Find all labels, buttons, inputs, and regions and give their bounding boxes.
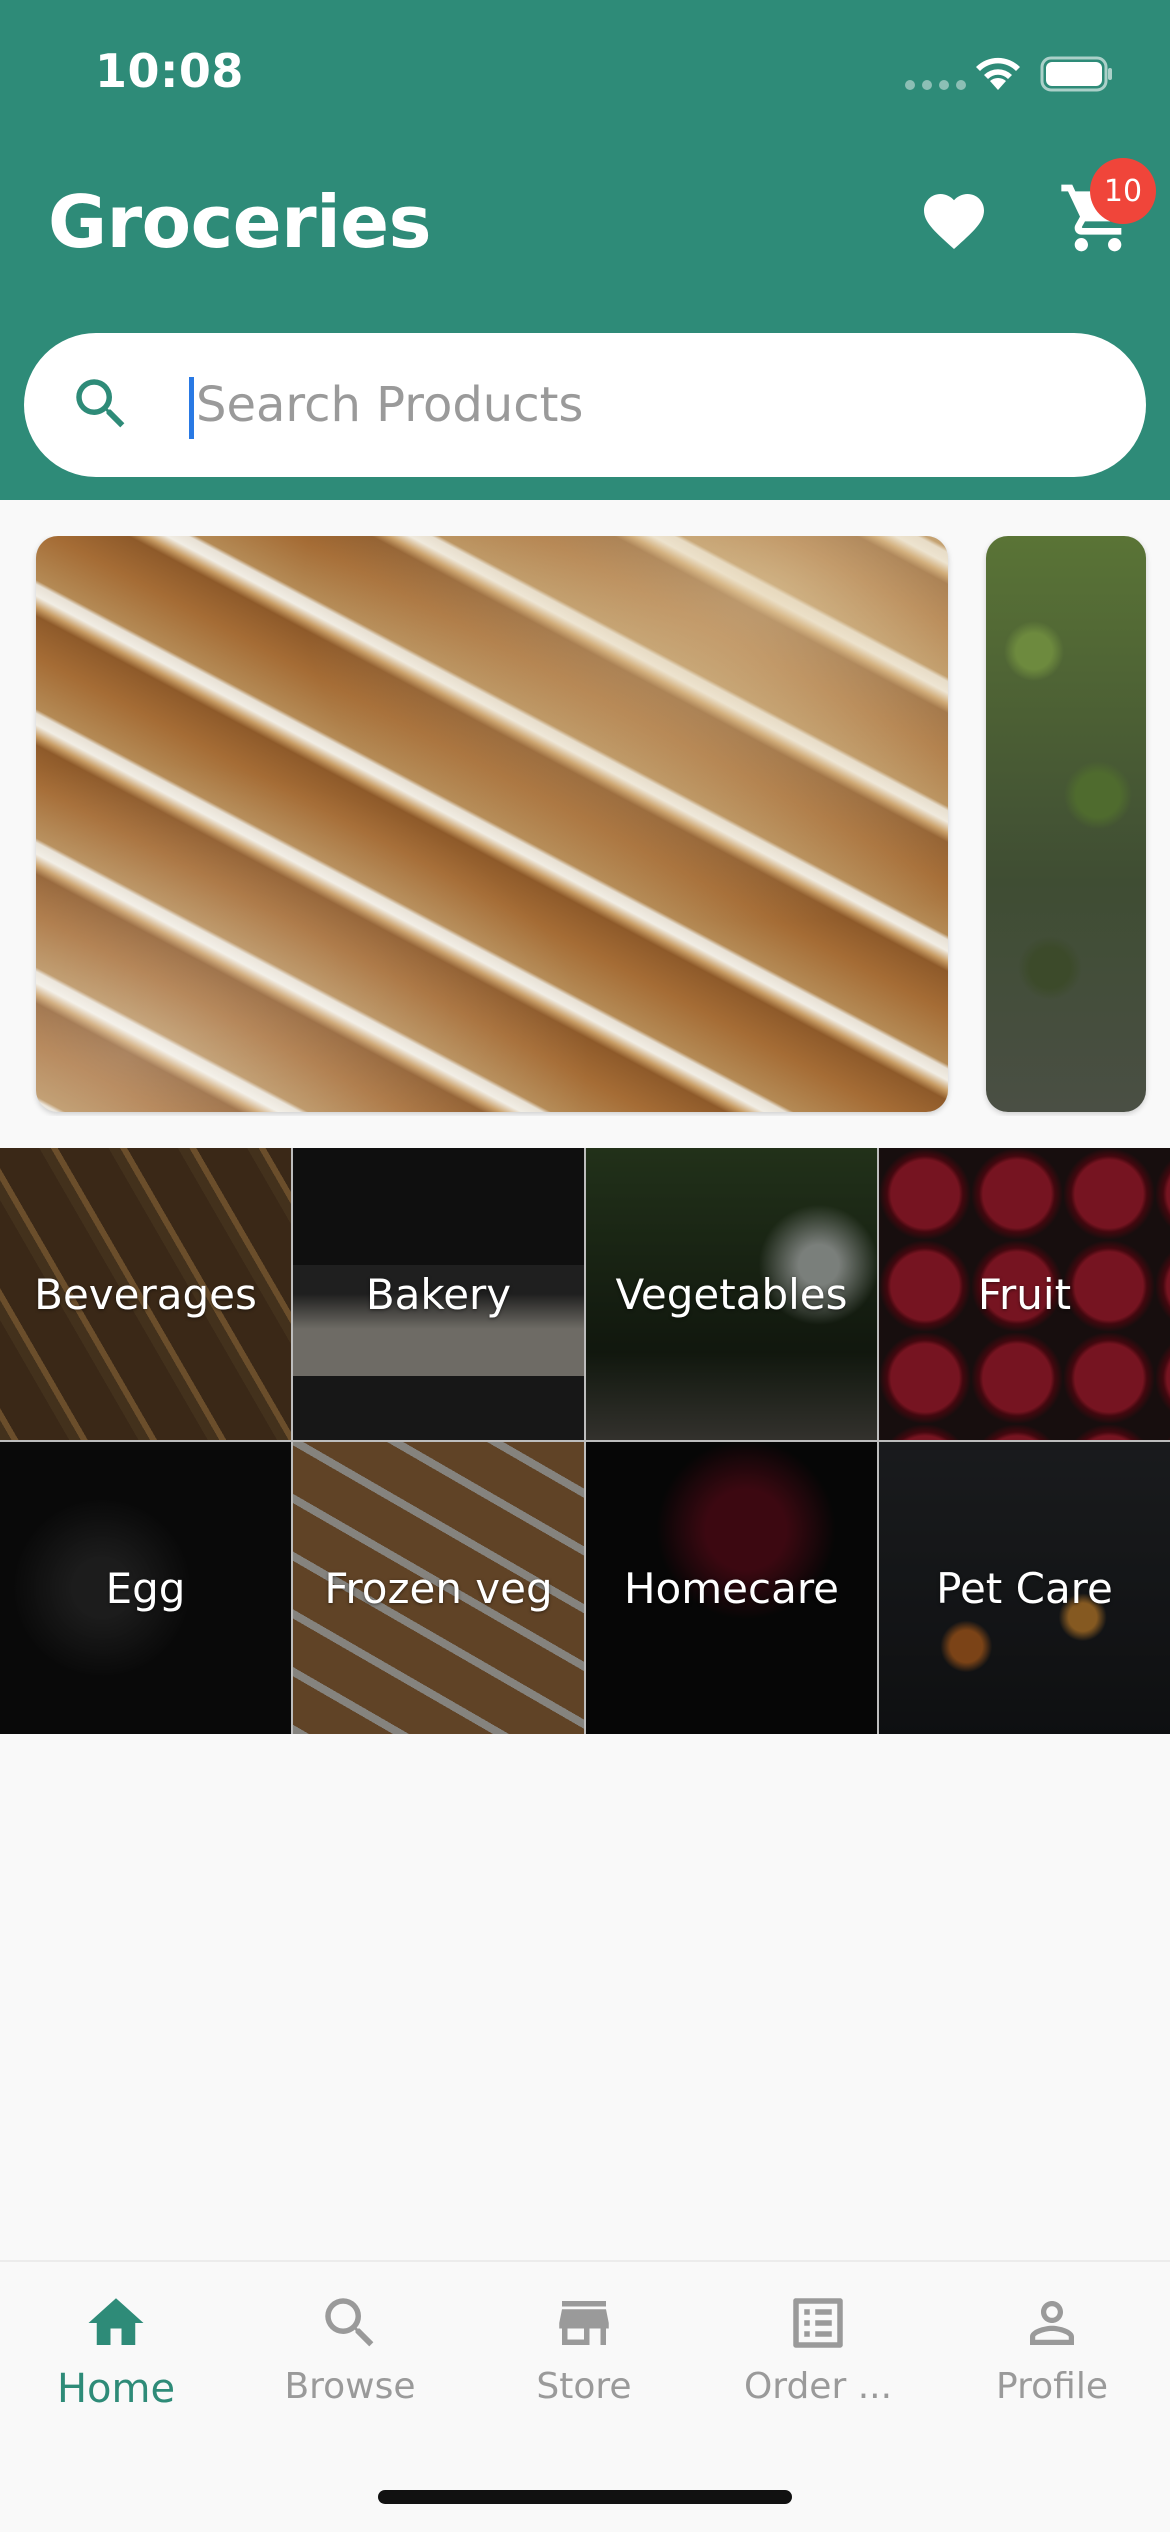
category-label: Beverages [34, 1269, 257, 1319]
category-label: Frozen veg [324, 1563, 553, 1613]
home-icon [88, 2298, 144, 2345]
nav-label: Home [56, 2366, 176, 2412]
wifi-icon [976, 57, 1020, 90]
category-tile-frozen-veg[interactable]: Frozen veg [293, 1442, 584, 1734]
home-indicator[interactable] [378, 2490, 792, 2504]
text-cursor [189, 377, 194, 439]
category-grid: Beverages Bakery Vegetables Fruit Egg Fr… [0, 1148, 1170, 1734]
category-tile-egg[interactable]: Egg [0, 1442, 291, 1734]
battery-icon [1040, 56, 1112, 92]
page-title: Groceries [48, 180, 431, 264]
category-label: Pet Care [936, 1563, 1113, 1613]
store-icon [559, 2301, 609, 2345]
promo-banner-image[interactable] [36, 536, 948, 1112]
profile-icon [1030, 2301, 1074, 2345]
app-header: 10:08 Groceries 10 [0, 0, 1170, 500]
nav-item-orders[interactable]: Order ... [718, 2290, 918, 2440]
nav-item-browse[interactable]: Browse [250, 2290, 450, 2440]
status-bar: 10:08 [0, 0, 1170, 150]
order-list-icon [793, 2298, 843, 2348]
category-tile-beverages[interactable]: Beverages [0, 1148, 291, 1440]
category-tile-bakery[interactable]: Bakery [293, 1148, 584, 1440]
search-icon [76, 379, 125, 428]
nav-label: Profile [996, 2366, 1108, 2407]
category-tile-homecare[interactable]: Homecare [586, 1442, 877, 1734]
nav-label: Store [536, 2366, 632, 2407]
category-label: Fruit [977, 1269, 1072, 1319]
category-tile-fruit[interactable]: Fruit [879, 1148, 1170, 1440]
nav-item-profile[interactable]: Profile [952, 2290, 1152, 2440]
nav-item-store[interactable]: Store [484, 2290, 684, 2440]
cellular-signal-icon [905, 80, 966, 90]
search-input[interactable] [196, 363, 1096, 447]
category-label: Homecare [623, 1563, 840, 1613]
status-time: 10:08 [95, 44, 244, 98]
nav-label: Order ... [743, 2366, 893, 2407]
promo-carousel[interactable] [0, 536, 1170, 1116]
category-label: Egg [105, 1563, 186, 1613]
favorites-heart-icon[interactable] [918, 185, 990, 257]
search-bar[interactable] [24, 333, 1146, 477]
promo-banner-image-next[interactable] [986, 536, 1146, 1112]
category-label: Bakery [365, 1269, 512, 1319]
nav-label: Browse [284, 2366, 416, 2407]
category-tile-pet-care[interactable]: Pet Care [879, 1442, 1170, 1734]
nav-item-home[interactable]: Home [16, 2290, 216, 2440]
category-tile-vegetables[interactable]: Vegetables [586, 1148, 877, 1440]
search-icon [325, 2298, 374, 2347]
cart-count-badge: 10 [1090, 158, 1156, 224]
category-label: Vegetables [615, 1269, 848, 1319]
